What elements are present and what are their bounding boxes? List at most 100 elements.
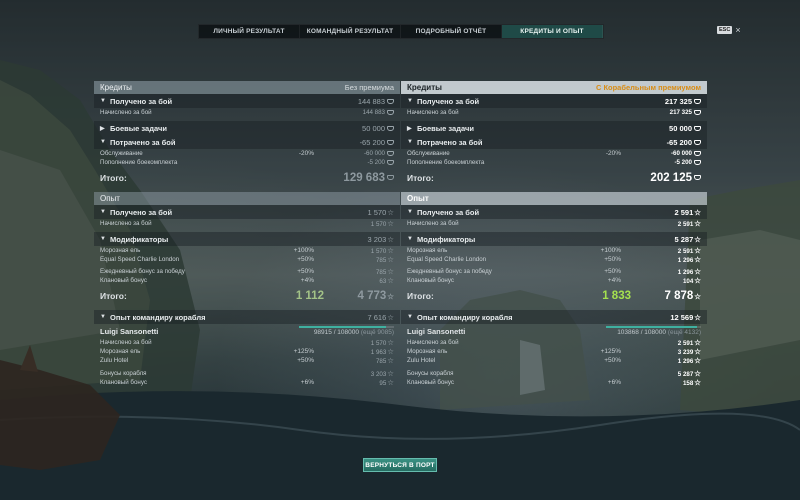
credits-total-row: Итого: 129 683 bbox=[94, 167, 400, 189]
return-to-port-button[interactable]: ВЕРНУТЬСЯ В ПОРТ bbox=[363, 458, 437, 472]
label: Начислено за бой bbox=[407, 109, 459, 116]
tab-personal-result[interactable]: ЛИЧНЫЙ РЕЗУЛЬТАТ bbox=[199, 25, 300, 38]
modifier-row: Ежедневный бонус за победу +50% 785☆ bbox=[94, 267, 400, 276]
modifier-row: Морозная ель +100% 2 591☆ bbox=[401, 246, 707, 255]
combat-tasks-row[interactable]: ▶ Боевые задачи 50 000 bbox=[94, 121, 400, 135]
exp-title: Опыт bbox=[100, 194, 120, 203]
label: Модификаторы bbox=[417, 234, 476, 244]
expand-right-icon: ▶ bbox=[100, 125, 105, 132]
label: Zulu Hotel bbox=[407, 357, 436, 364]
captain-row: Luigi Sansonetti 103868 / 108000 (ещё 41… bbox=[401, 324, 707, 338]
captain-progress: 98915 bbox=[313, 329, 332, 336]
tab-detailed-report[interactable]: ПОДРОБНЫЙ ОТЧЁТ bbox=[401, 25, 502, 38]
star-icon: ☆ bbox=[387, 378, 394, 387]
star-icon: ☆ bbox=[387, 267, 394, 276]
credits-icon bbox=[387, 159, 394, 165]
expand-down-icon: ▼ bbox=[100, 209, 106, 215]
label: Получено за бой bbox=[110, 96, 173, 106]
value: 1 570 bbox=[367, 207, 387, 217]
star-icon: ☆ bbox=[694, 207, 701, 217]
credits-received-row[interactable]: ▼ Получено за бой 217 325 bbox=[401, 94, 707, 108]
total-label: Итого: bbox=[407, 173, 434, 183]
star-icon: ☆ bbox=[387, 292, 394, 301]
star-icon: ☆ bbox=[387, 246, 394, 255]
label: Начислено за бой bbox=[100, 339, 152, 346]
captain-progress-fill bbox=[606, 326, 698, 328]
value: 3 203 bbox=[370, 371, 387, 378]
label: Модификаторы bbox=[110, 234, 169, 244]
captain-remaining: (ещё 4132) bbox=[667, 329, 701, 336]
combat-tasks-row[interactable]: ▶ Боевые задачи 50 000 bbox=[401, 121, 707, 135]
captain-progress: 103868 bbox=[617, 329, 639, 336]
value: 144 883 bbox=[362, 109, 385, 116]
label: Бонусы корабля bbox=[407, 370, 454, 377]
commander-exp-row[interactable]: ▼ Опыт командиру корабля 7 616☆ bbox=[94, 310, 400, 324]
label: Получено за бой bbox=[417, 96, 480, 106]
value: -5 200 bbox=[674, 159, 692, 166]
modifier-row: Морозная ель +100% 1 570☆ bbox=[94, 246, 400, 255]
modifiers-row[interactable]: ▼ Модификаторы 3 203☆ bbox=[94, 232, 400, 246]
label: Опыт командиру корабля bbox=[110, 312, 206, 322]
close-button[interactable]: ESC × bbox=[717, 26, 741, 35]
credits-icon bbox=[694, 159, 701, 165]
expand-down-icon: ▼ bbox=[407, 209, 413, 215]
expand-down-icon: ▼ bbox=[407, 236, 413, 242]
value: 50 000 bbox=[362, 123, 385, 133]
percent: +50% bbox=[604, 268, 621, 275]
credits-accrued-row: Начислено за бой 144 883 bbox=[94, 108, 400, 117]
credits-spent-row[interactable]: ▼ Потрачено за бой -65 200 bbox=[94, 135, 400, 149]
service-row: Обслуживание -20% -60 000 bbox=[401, 149, 707, 158]
tab-team-result[interactable]: КОМАНДНЫЙ РЕЗУЛЬТАТ bbox=[300, 25, 401, 38]
star-icon: ☆ bbox=[387, 347, 394, 356]
label: Начислено за бой bbox=[407, 220, 459, 227]
label: Клановый бонус bbox=[100, 277, 147, 284]
total-value: 7 878 bbox=[664, 290, 694, 302]
star-icon: ☆ bbox=[387, 369, 394, 378]
star-icon: ☆ bbox=[694, 338, 701, 347]
credits-icon bbox=[387, 109, 394, 115]
value: 144 883 bbox=[357, 96, 385, 106]
percent: +4% bbox=[607, 277, 621, 284]
expand-down-icon: ▼ bbox=[100, 98, 106, 104]
value: 63 bbox=[379, 278, 387, 285]
modifiers-row[interactable]: ▼ Модификаторы 5 287☆ bbox=[401, 232, 707, 246]
star-icon: ☆ bbox=[694, 292, 701, 301]
star-icon: ☆ bbox=[694, 369, 701, 378]
value: 3 239 bbox=[677, 349, 694, 356]
label: Обслуживание bbox=[407, 150, 450, 157]
value: 104 bbox=[682, 278, 694, 285]
total-value: 202 125 bbox=[650, 172, 692, 184]
exp-received-row[interactable]: ▼ Получено за бой 1 570☆ bbox=[94, 205, 400, 219]
exp-accrued-row: Начислено за бой 2 591☆ bbox=[401, 219, 707, 228]
captain-bonus-row: Морозная ель +125% 3 239☆ bbox=[401, 347, 707, 356]
star-icon: ☆ bbox=[694, 276, 701, 285]
star-icon: ☆ bbox=[387, 356, 394, 365]
exp-total-row: Итого: 1 112 4 773☆ bbox=[94, 285, 400, 307]
credits-icon bbox=[387, 99, 394, 105]
exp-received-row[interactable]: ▼ Получено за бой 2 591☆ bbox=[401, 205, 707, 219]
star-icon: ☆ bbox=[387, 219, 394, 228]
commander-exp-row[interactable]: ▼ Опыт командиру корабля 12 569☆ bbox=[401, 310, 707, 324]
value: 1 570 bbox=[370, 248, 387, 255]
credits-icon bbox=[387, 150, 394, 156]
value: 2 591 bbox=[677, 340, 694, 347]
exp-total-row: Итого: 1 833 7 878☆ bbox=[401, 285, 707, 307]
label: Пополнение боекомплекта bbox=[100, 159, 178, 166]
credits-received-row[interactable]: ▼ Получено за бой 144 883 bbox=[94, 94, 400, 108]
label: Zulu Hotel bbox=[100, 357, 129, 364]
label: Получено за бой bbox=[110, 207, 173, 217]
captain-max: / 108000 bbox=[331, 329, 361, 336]
value: 785 bbox=[375, 257, 387, 264]
percent: +6% bbox=[607, 379, 621, 386]
credits-icon bbox=[694, 99, 701, 105]
tab-credits-and-xp[interactable]: КРЕДИТЫ И ОПЫТ bbox=[502, 25, 603, 38]
captain-max: / 108000 bbox=[638, 329, 668, 336]
value: 12 569 bbox=[670, 312, 694, 322]
credits-spent-row[interactable]: ▼ Потрачено за бой -65 200 bbox=[401, 135, 707, 149]
premium-mode: Без премиума bbox=[344, 83, 394, 92]
expand-down-icon: ▼ bbox=[100, 314, 106, 320]
percent: +125% bbox=[293, 348, 314, 355]
esc-key-hint: ESC bbox=[717, 26, 733, 34]
value: -65 200 bbox=[359, 137, 385, 147]
captain-bonus-row: Клановый бонус +6% 158☆ bbox=[401, 378, 707, 387]
